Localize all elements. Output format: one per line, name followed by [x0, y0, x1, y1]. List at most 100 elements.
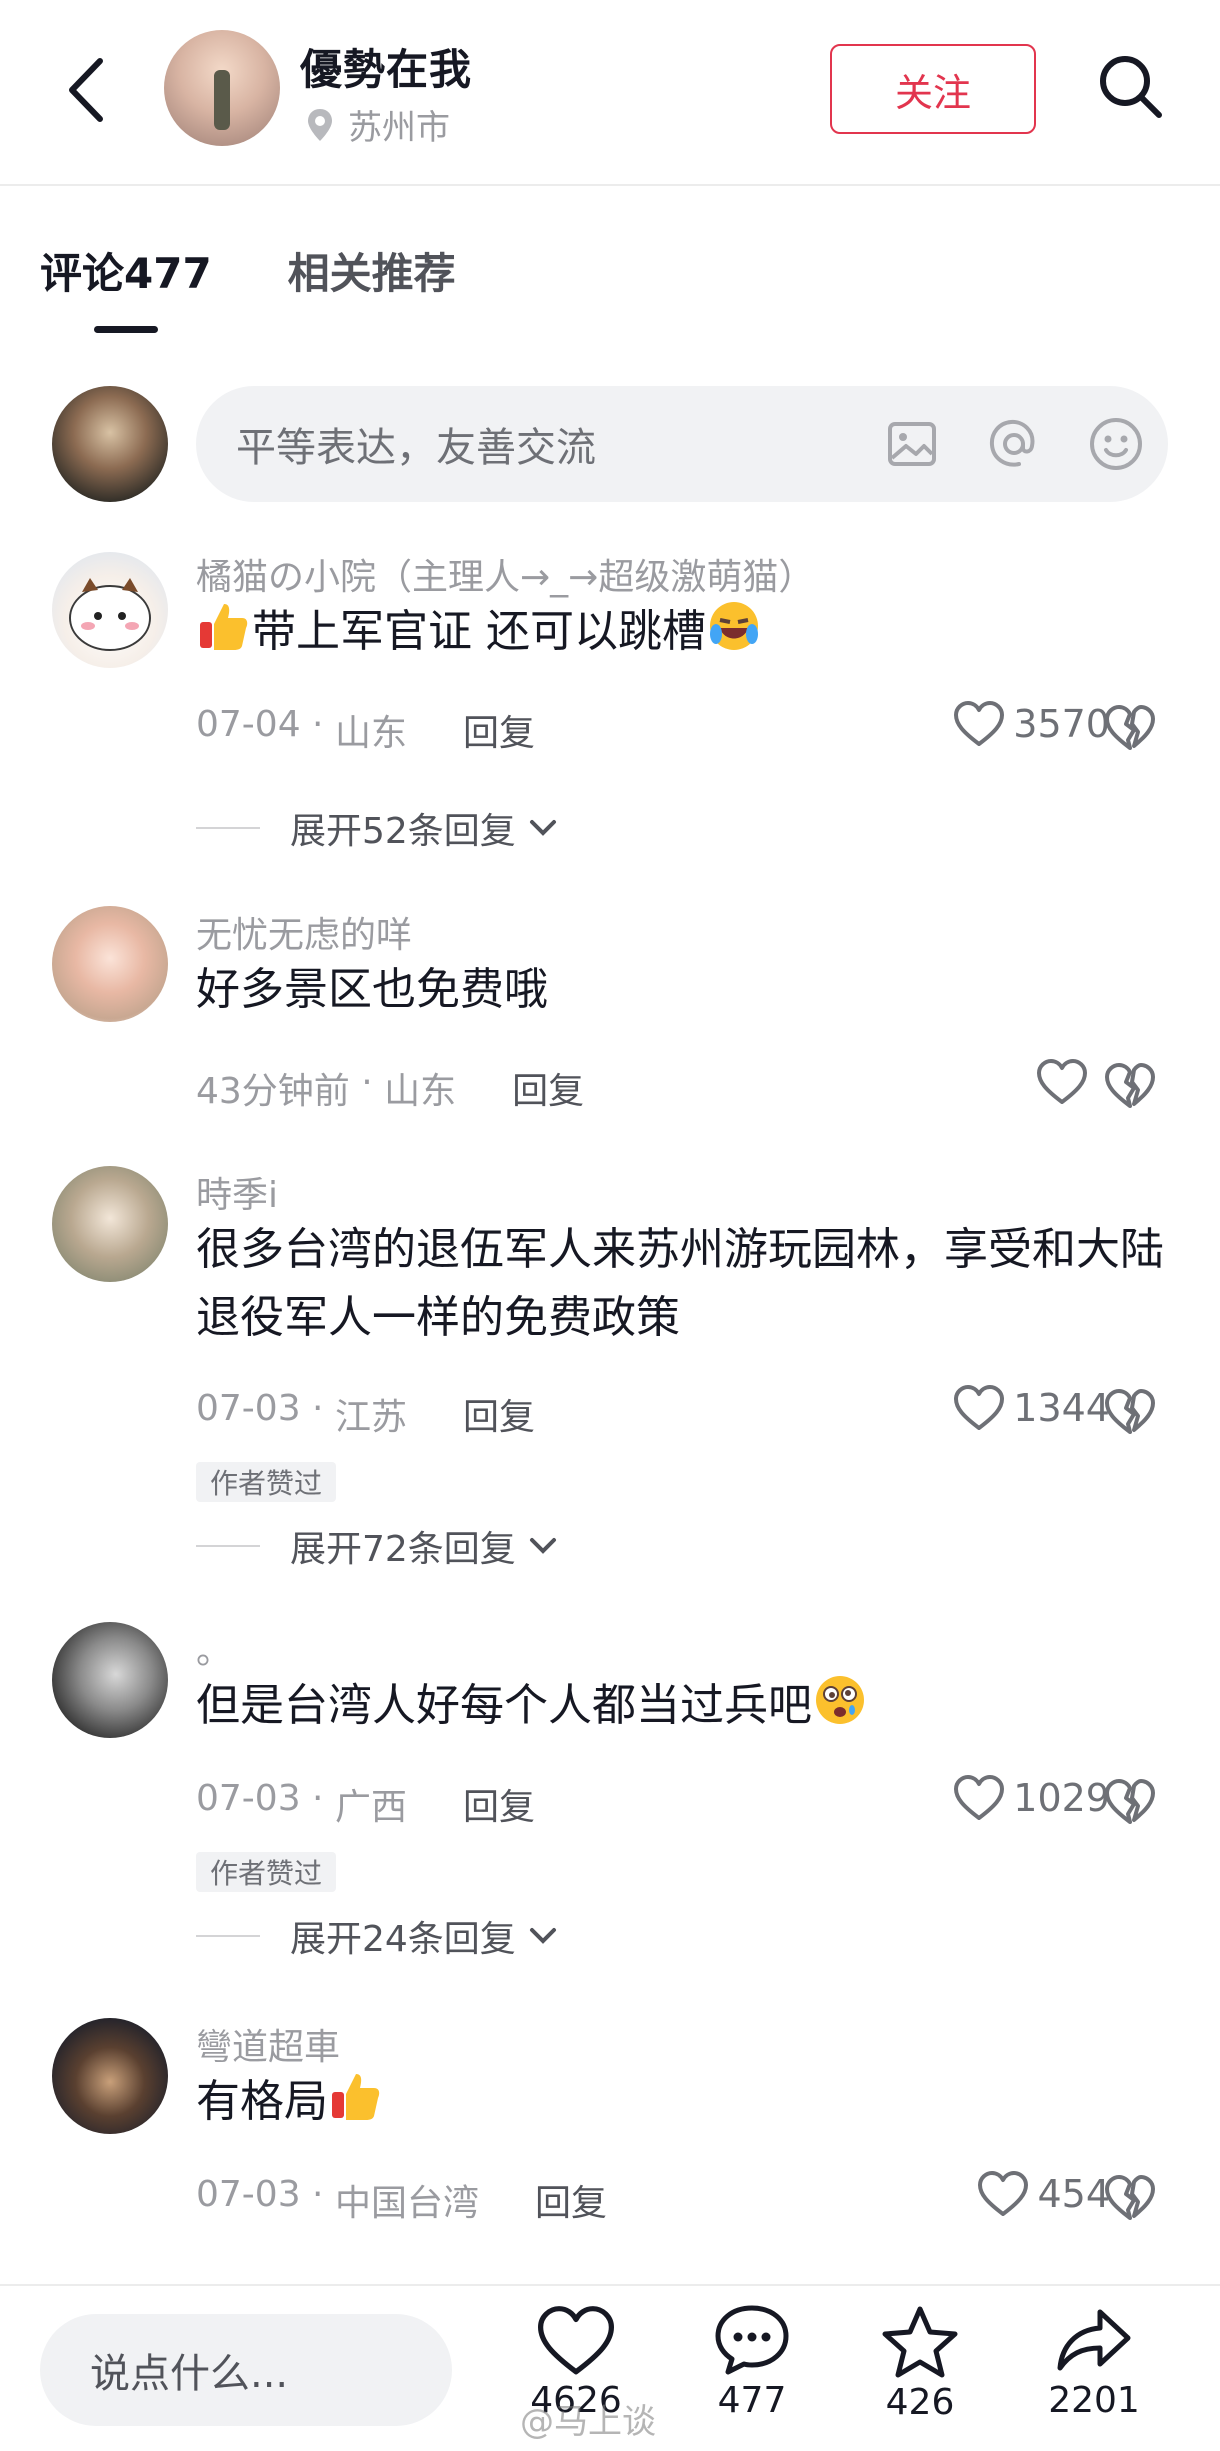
comment-text-content: 带上军官证 还可以跳槽	[252, 606, 706, 657]
author-liked-badge: 作者赞过	[196, 1852, 337, 1892]
comment-input[interactable]: 平等表达，友善交流	[196, 386, 1168, 502]
input-tools	[884, 416, 1144, 472]
commenter-avatar[interactable]	[52, 1166, 168, 1282]
follow-button[interactable]: 关注	[830, 44, 1036, 134]
commenter-avatar[interactable]	[52, 1622, 168, 1738]
expand-replies-button[interactable]: 展开52条回复	[196, 802, 558, 854]
at-icon[interactable]	[986, 416, 1042, 472]
broken-heart-icon	[1105, 1779, 1155, 1824]
author-location: 苏州市	[306, 100, 450, 149]
reply-button[interactable]: 回复	[463, 1388, 535, 1440]
author-name[interactable]: 優勢在我	[300, 36, 472, 97]
expand-replies-button[interactable]: 展开72条回复	[196, 1520, 558, 1572]
dislike-button[interactable]	[1102, 1384, 1158, 1440]
thumbs-up-icon	[332, 2074, 380, 2120]
comment-meta: 07-03 · 中国台湾 回复	[196, 2174, 607, 2226]
expand-replies-label: 展开24条回复	[290, 1919, 516, 1960]
dislike-button[interactable]	[1102, 1774, 1158, 1830]
commenter-name[interactable]: 。	[196, 1622, 232, 1674]
expand-replies-button[interactable]: 展开24条回复	[196, 1910, 558, 1962]
dizzy-face-icon	[816, 1676, 864, 1724]
heart-icon	[954, 1385, 1005, 1430]
image-icon[interactable]	[884, 416, 940, 472]
broken-heart-icon	[1105, 2175, 1155, 2220]
author-avatar[interactable]	[164, 30, 280, 146]
back-button[interactable]	[56, 50, 116, 130]
location-text: 苏州市	[348, 108, 450, 148]
heart-icon	[1037, 1059, 1087, 1104]
comment-text: 好多景区也免费哦	[196, 956, 1176, 1024]
comment-date: 43分钟前	[196, 1071, 350, 1112]
commenter-avatar[interactable]	[52, 906, 168, 1022]
like-button[interactable]: 3570	[953, 700, 1110, 748]
expand-replies-label: 展开52条回复	[290, 811, 516, 852]
author-liked-badge: 作者赞过	[196, 1462, 337, 1502]
heart-icon	[538, 2306, 614, 2375]
meta-separator: ·	[349, 1062, 385, 1103]
comment-date: 07-03	[196, 1778, 301, 1819]
meta-separator: ·	[300, 1388, 335, 1429]
emoji-icon[interactable]	[1088, 416, 1144, 472]
meta-separator: ·	[300, 1778, 335, 1819]
expand-divider	[196, 827, 260, 829]
watermark: @马上谈	[520, 2402, 656, 2442]
comment-meta: 43分钟前 · 山东 回复	[196, 1062, 584, 1114]
star-icon	[882, 2306, 958, 2378]
heart-icon	[954, 1775, 1005, 1820]
comment-region: 山东	[384, 1071, 457, 1112]
like-button[interactable]: 1029	[953, 1774, 1110, 1822]
comment-count-button[interactable]: 477	[692, 2304, 812, 2421]
comment-text-content: 但是台湾人好每个人都当过兵吧	[196, 1680, 812, 1731]
reply-button[interactable]: 回复	[463, 1778, 535, 1830]
commenter-name[interactable]: 時季i	[196, 1166, 278, 1218]
top-bar: 優勢在我 苏州市 关注	[0, 0, 1220, 186]
video-share-count: 2201	[1048, 2380, 1140, 2421]
active-tab-indicator	[94, 326, 158, 333]
broken-heart-icon	[1105, 705, 1155, 750]
back-arrow-icon	[69, 58, 103, 122]
broken-heart-icon	[1105, 1063, 1155, 1108]
video-favorite-count: 426	[885, 2382, 955, 2423]
search-button[interactable]	[1090, 46, 1170, 126]
dislike-button[interactable]	[1102, 700, 1158, 756]
like-count: 454	[1037, 2172, 1110, 2216]
video-comment-count: 477	[717, 2380, 787, 2421]
comment-text: 很多台湾的退伍军人来苏州游玩园林，享受和大陆退役军人一样的免费政策	[196, 1216, 1176, 1352]
tab-comments[interactable]: 评论477	[40, 240, 212, 301]
like-button[interactable]: 1344	[953, 1384, 1110, 1432]
comment-region: 江苏	[334, 1397, 407, 1438]
expand-divider	[196, 1545, 260, 1547]
commenter-name[interactable]: 橘猫の小院（主理人→_→超级激萌猫）	[196, 548, 814, 600]
commenter-avatar[interactable]	[52, 2018, 168, 2134]
tab-related[interactable]: 相关推荐	[288, 240, 456, 301]
chevron-down-icon	[528, 1926, 558, 1946]
dislike-button[interactable]	[1102, 2170, 1158, 2226]
say-something-input[interactable]: 说点什么...	[40, 2314, 452, 2426]
commenter-avatar[interactable]	[52, 552, 168, 668]
comment-text: 有格局	[196, 2068, 1176, 2136]
thumbs-up-icon	[200, 604, 248, 650]
like-button[interactable]: 454	[977, 2170, 1110, 2218]
comment-date: 07-03	[196, 1388, 301, 1429]
commenter-name[interactable]: 无忧无虑的咩	[196, 906, 412, 958]
reply-button[interactable]: 回复	[512, 1062, 584, 1114]
tab-bar: 评论477 相关推荐	[40, 240, 456, 301]
location-pin-icon	[308, 108, 332, 141]
comment-bubble-icon	[715, 2305, 789, 2375]
comment-region: 中国台湾	[334, 2183, 479, 2224]
favorite-button[interactable]: 426	[860, 2304, 980, 2423]
comment-text-content: 有格局	[196, 2076, 328, 2127]
share-button[interactable]: 2201	[1034, 2304, 1154, 2421]
expand-divider	[196, 1935, 260, 1937]
reply-button[interactable]: 回复	[535, 2174, 607, 2226]
like-count: 3570	[1013, 702, 1110, 746]
comment-text-content: 很多台湾的退伍军人来苏州游玩园林，享受和大陆退役军人一样的免费政策	[196, 1224, 1164, 1343]
commenter-name[interactable]: 彎道超車	[196, 2018, 340, 2070]
cat-avatar-icon	[69, 578, 151, 651]
reply-button[interactable]: 回复	[463, 704, 535, 756]
comment-date: 07-04	[196, 704, 301, 745]
like-button[interactable]	[1036, 1058, 1096, 1106]
dislike-button[interactable]	[1102, 1058, 1158, 1114]
meta-separator: ·	[300, 704, 335, 745]
comment-region: 山东	[334, 713, 407, 754]
